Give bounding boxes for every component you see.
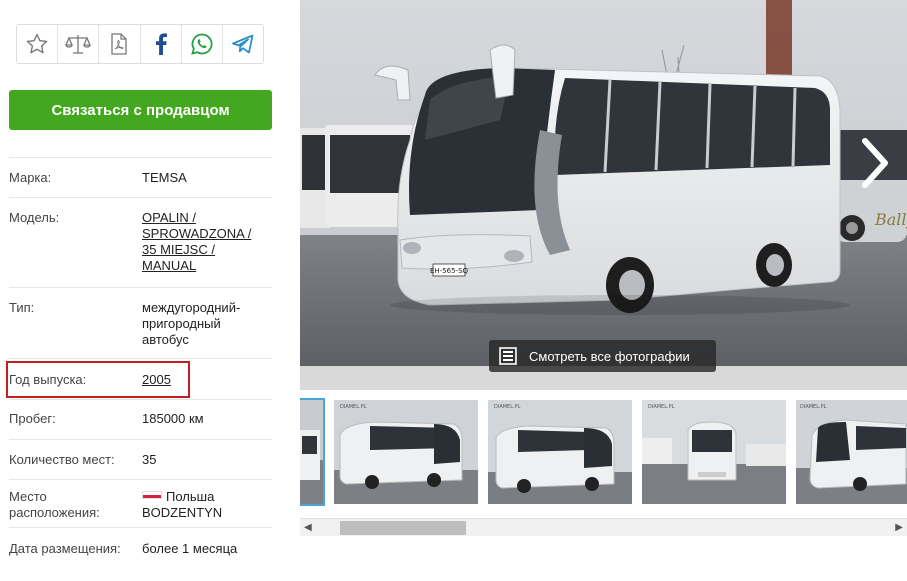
whatsapp-share-button[interactable] <box>182 25 223 63</box>
location-city: BODZENTYN <box>142 505 223 520</box>
param-row-date: Дата размещения: более 1 месяца <box>9 527 272 567</box>
photos-grid-icon <box>499 347 517 365</box>
poland-flag-icon <box>142 491 162 499</box>
thumbnail[interactable] <box>300 398 325 506</box>
next-photo-arrow-icon[interactable] <box>855 133 895 193</box>
param-label: Место расположения: <box>9 489 142 527</box>
param-value-mileage: 185000 км <box>142 411 204 426</box>
param-label: Марка: <box>9 170 52 185</box>
view-all-photos-label: Смотреть все фотографии <box>529 348 690 364</box>
telegram-icon <box>232 34 254 54</box>
location-label-line: расположения: <box>9 505 100 520</box>
pdf-icon <box>111 33 128 55</box>
param-label: Количество мест: <box>9 452 115 467</box>
model-line: 35 MIEJSC / <box>142 242 215 257</box>
thumbnail[interactable]: DIAMEL.PL <box>642 400 786 504</box>
param-row-type: Тип: междугородний- пригородный автобус <box>9 287 272 358</box>
listing-sidebar: Связаться с продавцом Марка: TEMSA Модел… <box>0 0 282 581</box>
contact-seller-button[interactable]: Связаться с продавцом <box>9 90 272 130</box>
param-value-type: междугородний- пригородный автобус <box>142 300 272 358</box>
facebook-share-button[interactable] <box>141 25 182 63</box>
scroll-right-icon[interactable]: ▶ <box>895 522 903 533</box>
svg-text:DIAMEL.PL: DIAMEL.PL <box>340 404 367 410</box>
favorite-button[interactable] <box>17 25 59 63</box>
thumbnail[interactable]: DIAMEL.PL <box>488 400 632 504</box>
param-value-seats: 35 <box>142 452 157 467</box>
photo-gallery: Bally EH-565-SQ <box>300 0 907 390</box>
param-label: Тип: <box>9 300 35 315</box>
scales-icon <box>65 35 92 54</box>
param-row-make: Марка: TEMSA <box>9 157 272 197</box>
model-link[interactable]: OPALIN / SPROWADZONA / 35 MIEJSC / MANUA… <box>142 210 272 287</box>
param-value-make: TEMSA <box>142 170 187 185</box>
model-line: OPALIN / <box>142 210 196 225</box>
pdf-button[interactable] <box>99 25 141 63</box>
model-line: MANUAL <box>142 258 197 273</box>
param-label: Дата размещения: <box>9 541 121 556</box>
param-row-location: Место расположения: Польша BODZENTYN <box>9 479 272 527</box>
param-value-date: более 1 месяца <box>142 541 238 556</box>
svg-text:Bally: Bally <box>874 210 907 229</box>
compare-button[interactable] <box>58 25 100 63</box>
param-row-mileage: Пробег: 185000 км <box>9 399 272 439</box>
param-label: Модель: <box>9 210 60 225</box>
type-line: пригородный <box>142 316 221 331</box>
param-value-location: Польша BODZENTYN <box>142 489 272 527</box>
star-icon <box>26 33 48 54</box>
param-value-year[interactable]: 2005 <box>142 372 272 399</box>
thumbnail-scrollbar[interactable]: ◀ ▶ <box>300 518 907 536</box>
model-line: SPROWADZONA / <box>142 226 252 241</box>
param-row-model: Модель: OPALIN / SPROWADZONA / 35 MIEJSC… <box>9 197 272 287</box>
facebook-icon <box>155 33 167 55</box>
type-line: междугородний- <box>142 300 241 315</box>
whatsapp-icon <box>190 33 213 55</box>
scrollbar-thumb[interactable] <box>340 521 466 535</box>
svg-text:DIAMEL.PL: DIAMEL.PL <box>494 404 521 410</box>
location-country: Польша <box>166 489 215 504</box>
thumbnail[interactable]: DIAMEL.PL <box>796 400 907 504</box>
vehicle-params: Марка: TEMSA Модель: OPALIN / SPROWADZON… <box>9 157 272 567</box>
param-label: Год выпуска: <box>9 372 87 387</box>
param-row-year: Год выпуска: 2005 <box>9 358 272 399</box>
share-toolbar <box>16 24 264 64</box>
thumbnail-strip: DIAMEL.PL DIAMEL.PL DIAMEL.PL DIAMEL.PL <box>300 398 907 506</box>
main-photo[interactable]: Bally EH-565-SQ <box>300 0 907 366</box>
thumbnail[interactable]: DIAMEL.PL <box>334 400 478 504</box>
telegram-share-button[interactable] <box>223 25 263 63</box>
param-label: Пробег: <box>9 411 56 426</box>
param-row-seats: Количество мест: 35 <box>9 439 272 479</box>
svg-text:EH-565-SQ: EH-565-SQ <box>430 267 469 275</box>
view-all-photos-button[interactable]: Смотреть все фотографии <box>489 340 716 372</box>
svg-text:DIAMEL.PL: DIAMEL.PL <box>648 404 675 410</box>
svg-text:DIAMEL.PL: DIAMEL.PL <box>800 404 827 410</box>
scroll-left-icon[interactable]: ◀ <box>304 522 312 533</box>
type-line: автобус <box>142 332 189 347</box>
location-label-line: Место <box>9 489 47 504</box>
